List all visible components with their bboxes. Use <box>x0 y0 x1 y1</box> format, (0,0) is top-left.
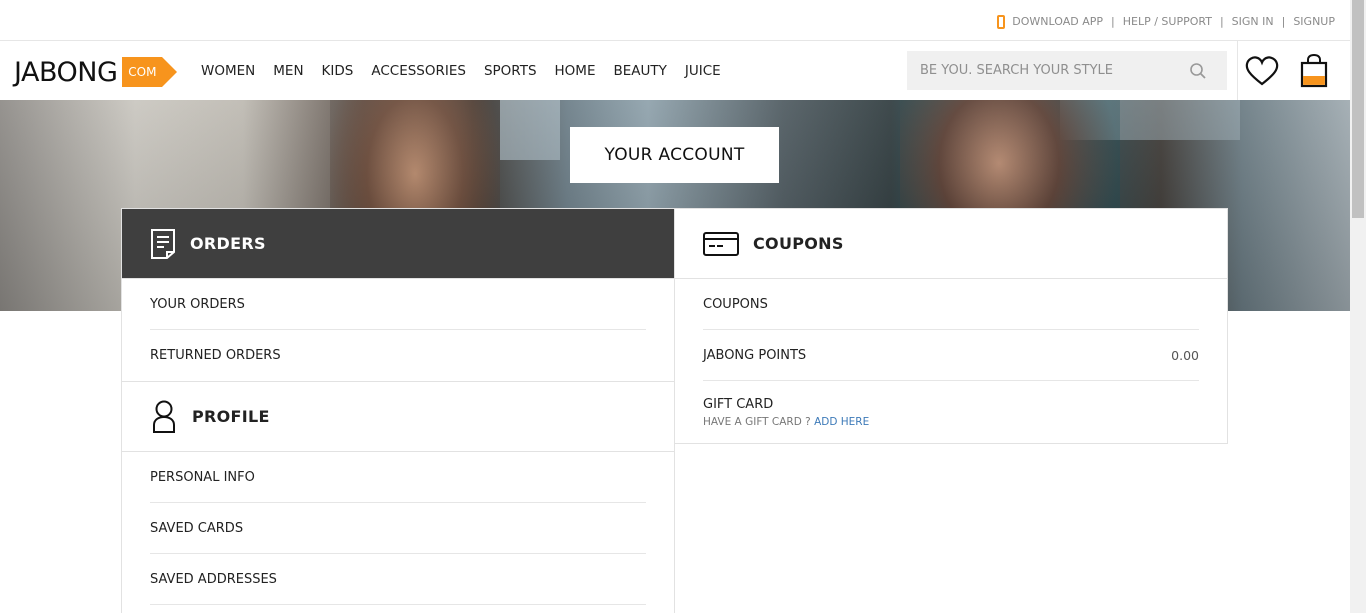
sign-in-link[interactable]: SIGN IN <box>1232 15 1274 28</box>
orders-profile-panel: ORDERS YOUR ORDERS RETURNED ORDERS PROFI… <box>121 208 675 613</box>
separator: | <box>1111 14 1115 28</box>
personal-info-label: PERSONAL INFO <box>150 469 255 485</box>
gift-card-row: GIFT CARD HAVE A GIFT CARD ? ADD HERE <box>703 381 1199 443</box>
signup-link[interactable]: SIGNUP <box>1293 15 1335 28</box>
bag-icon[interactable] <box>1299 53 1329 92</box>
coupons-title: COUPONS <box>753 234 844 253</box>
profile-title: PROFILE <box>192 407 270 426</box>
nav-accessories[interactable]: ACCESSORIES <box>371 63 466 79</box>
top-utility-bar: DOWNLOAD APP | HELP / SUPPORT | SIGN IN … <box>0 0 1350 41</box>
saved-cards-link[interactable]: SAVED CARDS <box>150 503 646 554</box>
heart-icon[interactable] <box>1245 56 1279 90</box>
coupons-list: COUPONS JABONG POINTS 0.00 GIFT CARD HAV… <box>675 279 1227 443</box>
jabong-logo[interactable]: JABONG COM <box>14 55 178 89</box>
scrollbar-thumb[interactable] <box>1352 0 1364 218</box>
profile-list: PERSONAL INFO SAVED CARDS SAVED ADDRESSE… <box>122 452 674 605</box>
your-orders-link[interactable]: YOUR ORDERS <box>150 279 646 330</box>
saved-addresses-link[interactable]: SAVED ADDRESSES <box>150 554 646 605</box>
nav-home[interactable]: HOME <box>555 63 596 79</box>
document-icon <box>150 228 176 260</box>
download-app-link[interactable]: DOWNLOAD APP <box>1012 15 1103 28</box>
search-icon[interactable] <box>1189 62 1207 84</box>
phone-icon <box>997 15 1006 29</box>
jabong-points-row[interactable]: JABONG POINTS 0.00 <box>703 330 1199 381</box>
main-nav: WOMEN MEN KIDS ACCESSORIES SPORTS HOME B… <box>201 63 739 79</box>
nav-sports[interactable]: SPORTS <box>484 63 537 79</box>
profile-header: PROFILE <box>122 382 674 452</box>
card-icon <box>703 231 739 256</box>
header-divider <box>1237 41 1238 100</box>
saved-addresses-label: SAVED ADDRESSES <box>150 571 277 587</box>
add-gift-card-link[interactable]: ADD HERE <box>814 416 869 428</box>
separator: | <box>1281 14 1286 28</box>
jabong-points-value: 0.00 <box>1171 347 1199 363</box>
search-box <box>907 51 1227 90</box>
gift-card-prompt-text: HAVE A GIFT CARD ? <box>703 415 811 428</box>
returned-orders-link[interactable]: RETURNED ORDERS <box>150 330 646 381</box>
saved-cards-label: SAVED CARDS <box>150 520 244 536</box>
nav-juice[interactable]: JUICE <box>685 63 721 79</box>
page-scrollbar[interactable] <box>1350 0 1366 613</box>
person-icon <box>150 400 178 434</box>
nav-men[interactable]: MEN <box>273 63 303 79</box>
orders-title: ORDERS <box>190 234 266 253</box>
page-title: YOUR ACCOUNT <box>570 127 779 183</box>
search-input[interactable] <box>920 63 1180 78</box>
main-header: JABONG COM WOMEN MEN KIDS ACCESSORIES SP… <box>0 41 1350 100</box>
orders-list: YOUR ORDERS RETURNED ORDERS <box>122 279 674 381</box>
coupons-header: COUPONS <box>675 209 1227 279</box>
help-support-link[interactable]: HELP / SUPPORT <box>1123 15 1212 28</box>
personal-info-link[interactable]: PERSONAL INFO <box>150 452 646 503</box>
coupons-link[interactable]: COUPONS <box>703 279 1199 330</box>
nav-women[interactable]: WOMEN <box>201 63 255 79</box>
coupons-panel: COUPONS COUPONS JABONG POINTS 0.00 GIFT … <box>674 208 1228 444</box>
gift-card-label: GIFT CARD <box>703 396 774 412</box>
logo-com-badge: COM <box>122 57 178 87</box>
returned-orders-label: RETURNED ORDERS <box>150 348 281 363</box>
separator: | <box>1219 14 1224 28</box>
your-orders-label: YOUR ORDERS <box>150 296 245 312</box>
coupons-label: COUPONS <box>703 296 768 312</box>
orders-header: ORDERS <box>122 209 674 279</box>
nav-beauty[interactable]: BEAUTY <box>614 63 667 79</box>
jabong-points-label: JABONG POINTS <box>703 347 807 363</box>
logo-word: JABONG <box>14 56 118 88</box>
nav-kids[interactable]: KIDS <box>322 63 354 79</box>
utility-links: DOWNLOAD APP | HELP / SUPPORT | SIGN IN … <box>997 14 1335 29</box>
gift-card-prompt: HAVE A GIFT CARD ? ADD HERE <box>703 416 869 428</box>
